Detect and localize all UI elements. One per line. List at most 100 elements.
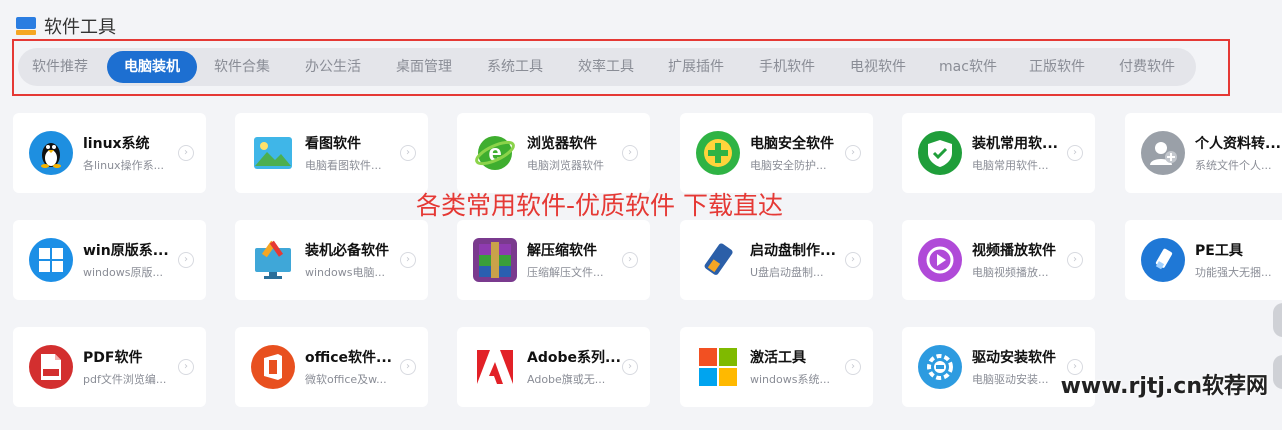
software-card-security[interactable]: 电脑安全软件 电脑安全防护... ›	[680, 113, 873, 193]
card-title: Adobe系列...	[527, 350, 621, 366]
software-card-adobe[interactable]: Adobe系列... Adobe旗或无... ›	[457, 327, 650, 407]
adobe-icon	[473, 345, 517, 389]
software-card-activation[interactable]: 激活工具 windows系统... ›	[680, 327, 873, 407]
card-title: 驱动安装软件	[972, 350, 1056, 366]
side-scroll-button-up[interactable]	[1273, 303, 1282, 337]
office-icon	[251, 345, 295, 389]
pdf-icon	[29, 345, 73, 389]
section-title: 软件工具	[44, 17, 116, 38]
software-card-profile-transfer[interactable]: 个人资料转... 系统文件个人... ›	[1125, 113, 1282, 193]
card-title: 启动盘制作...	[750, 243, 836, 259]
card-description: Adobe旗或无...	[527, 373, 606, 386]
chevron-right-icon[interactable]: ›	[400, 252, 416, 268]
chevron-right-icon[interactable]: ›	[622, 252, 638, 268]
tab-desktop-management[interactable]: 桌面管理	[383, 51, 465, 83]
tab-system-tools[interactable]: 系统工具	[474, 51, 556, 83]
card-description: windows电脑...	[305, 266, 385, 279]
card-description: windows系统...	[750, 373, 830, 386]
side-scroll-button-down[interactable]	[1273, 355, 1282, 389]
tab-mac-software[interactable]: mac软件	[927, 51, 1009, 83]
monitor-tools-icon	[251, 238, 295, 282]
card-description: 各linux操作系...	[83, 159, 165, 172]
windows-color-icon	[696, 345, 740, 389]
site-watermark: www.rjtj.cn软荐网	[1060, 374, 1268, 399]
card-description: U盘启动盘制...	[750, 266, 824, 279]
card-title: 解压缩软件	[527, 243, 597, 259]
tab-pc-setup[interactable]: 电脑装机	[107, 51, 197, 83]
card-title: PE工具	[1195, 243, 1243, 259]
card-title: 装机常用软...	[972, 136, 1058, 152]
chevron-right-icon[interactable]: ›	[400, 359, 416, 375]
tab-office-life[interactable]: 办公生活	[292, 51, 374, 83]
card-description: 电脑安全防护...	[750, 159, 827, 172]
software-card-win-original[interactable]: win原版系... windows原版... ›	[13, 220, 206, 300]
software-card-compression[interactable]: 解压缩软件 压缩解压文件... ›	[457, 220, 650, 300]
card-title: win原版系...	[83, 243, 169, 259]
tab-tv-software[interactable]: 电视软件	[837, 51, 919, 83]
usb-icon	[1141, 238, 1185, 282]
card-title: linux系统	[83, 136, 150, 152]
card-description: 微软office及w...	[305, 373, 387, 386]
chevron-right-icon[interactable]: ›	[845, 145, 861, 161]
card-description: pdf文件浏览编...	[83, 373, 167, 386]
card-description: 电脑常用软件...	[972, 159, 1049, 172]
card-description: 功能强大无捆...	[1195, 266, 1272, 279]
software-card-boot-disk[interactable]: 启动盘制作... U盘启动盘制... ›	[680, 220, 873, 300]
card-title: 激活工具	[750, 350, 806, 366]
software-card-pdf[interactable]: PDF软件 pdf文件浏览编... ›	[13, 327, 206, 407]
software-card-video-player[interactable]: 视频播放软件 电脑视频播放... ›	[902, 220, 1095, 300]
card-description: 电脑浏览器软件	[527, 159, 604, 172]
tab-mobile-software[interactable]: 手机软件	[746, 51, 828, 83]
card-title: 浏览器软件	[527, 136, 597, 152]
user-plus-icon	[1141, 131, 1185, 175]
usb-drive-icon	[696, 238, 740, 282]
software-card-linux[interactable]: linux系统 各linux操作系... ›	[13, 113, 206, 193]
security-plus-icon	[696, 131, 740, 175]
tab-paid-software[interactable]: 付费软件	[1106, 51, 1188, 83]
software-card-browser[interactable]: e 浏览器软件 电脑浏览器软件 ›	[457, 113, 650, 193]
card-title: 装机必备软件	[305, 243, 389, 259]
chevron-right-icon[interactable]: ›	[845, 252, 861, 268]
chevron-right-icon[interactable]: ›	[1067, 145, 1083, 161]
software-card-office[interactable]: office软件... 微软office及w... ›	[235, 327, 428, 407]
card-description: 系统文件个人...	[1195, 159, 1272, 172]
card-title: 看图软件	[305, 136, 361, 152]
linux-penguin-icon	[29, 131, 73, 175]
card-description: 电脑看图软件...	[305, 159, 382, 172]
tab-efficiency-tools[interactable]: 效率工具	[565, 51, 647, 83]
folder-icon	[16, 17, 36, 35]
windows-icon	[29, 238, 73, 282]
software-card-pe-tools[interactable]: PE工具 功能强大无捆... ›	[1125, 220, 1282, 300]
chevron-right-icon[interactable]: ›	[178, 252, 194, 268]
card-description: 电脑视频播放...	[972, 266, 1049, 279]
section-header: 软件工具	[16, 14, 116, 38]
tab-software-recommend[interactable]: 软件推荐	[20, 51, 100, 83]
card-description: windows原版...	[83, 266, 163, 279]
tab-licensed-software[interactable]: 正版软件	[1016, 51, 1098, 83]
chevron-right-icon[interactable]: ›	[400, 145, 416, 161]
tab-extensions[interactable]: 扩展插件	[655, 51, 737, 83]
promo-overlay-text: 各类常用软件-优质软件 下载直达	[416, 191, 783, 220]
winrar-icon	[473, 238, 517, 282]
chevron-right-icon[interactable]: ›	[1067, 252, 1083, 268]
software-card-image-viewer[interactable]: 看图软件 电脑看图软件... ›	[235, 113, 428, 193]
browser-icon: e	[473, 131, 517, 175]
chevron-right-icon[interactable]: ›	[622, 145, 638, 161]
card-title: 视频播放软件	[972, 243, 1056, 259]
chevron-right-icon[interactable]: ›	[178, 145, 194, 161]
chevron-right-icon[interactable]: ›	[845, 359, 861, 375]
software-card-common-setup[interactable]: 装机常用软... 电脑常用软件... ›	[902, 113, 1095, 193]
card-description: 压缩解压文件...	[527, 266, 604, 279]
card-title: 电脑安全软件	[750, 136, 834, 152]
driver-gear-icon	[918, 345, 962, 389]
software-card-essential-setup[interactable]: 装机必备软件 windows电脑... ›	[235, 220, 428, 300]
shield-check-icon	[918, 131, 962, 175]
card-title: PDF软件	[83, 350, 143, 366]
tab-software-collection[interactable]: 软件合集	[201, 51, 283, 83]
chevron-right-icon[interactable]: ›	[178, 359, 194, 375]
chevron-right-icon[interactable]: ›	[622, 359, 638, 375]
play-icon	[918, 238, 962, 282]
card-title: 个人资料转...	[1195, 136, 1281, 152]
card-title: office软件...	[305, 350, 392, 366]
image-viewer-icon	[251, 131, 295, 175]
